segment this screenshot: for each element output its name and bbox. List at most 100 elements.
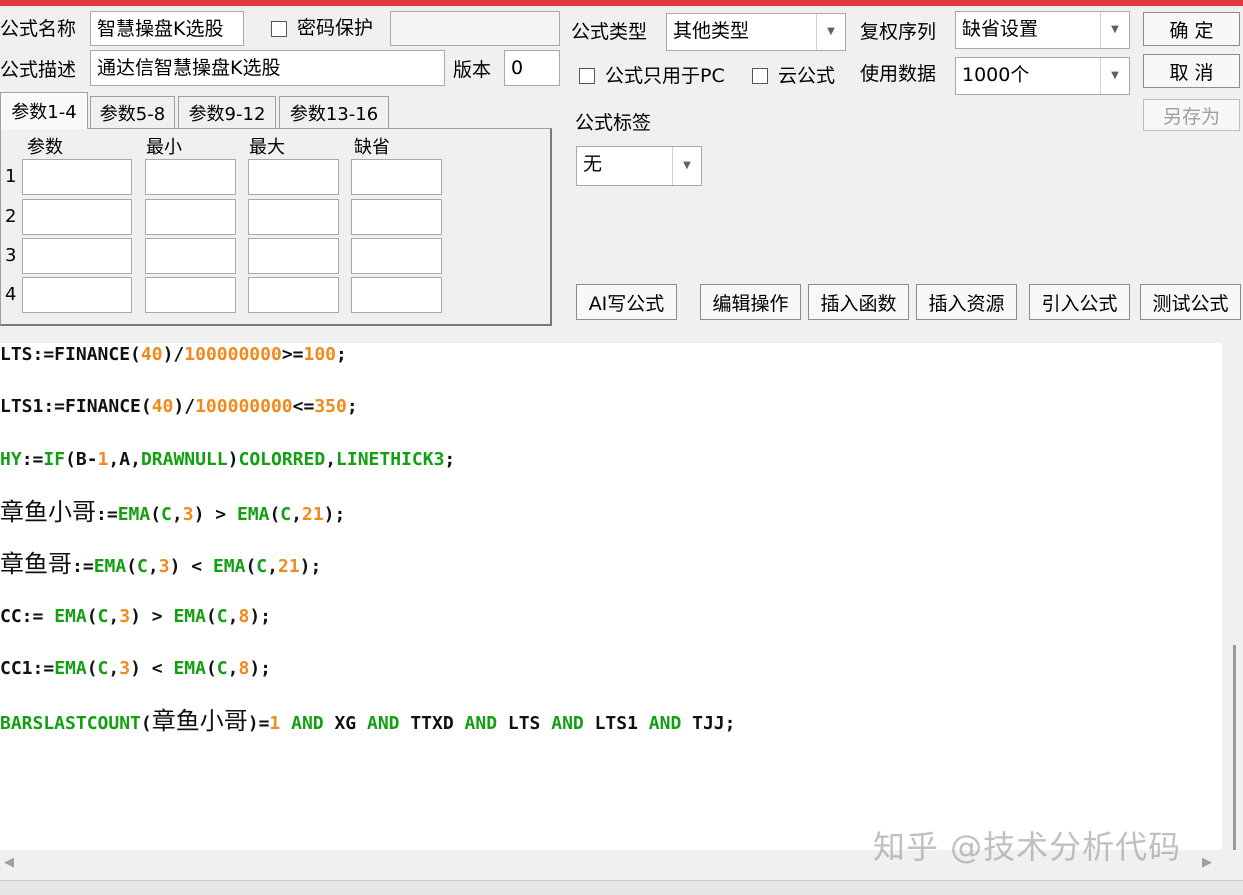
adjust-sequence-select[interactable]: 缺省设置 ▼ (955, 11, 1130, 49)
code-token: >= (281, 344, 304, 365)
code-token: IF (43, 448, 66, 470)
param-default-input[interactable] (351, 199, 442, 235)
code-token: AND (291, 713, 324, 735)
param-min-input[interactable] (145, 238, 236, 274)
param-min-input[interactable] (145, 199, 236, 235)
test-formula-button[interactable]: 测试公式 (1140, 284, 1241, 320)
code-token: , (108, 657, 120, 679)
insert-function-button[interactable]: 插入函数 (808, 284, 909, 320)
code-token: TJJ; (681, 713, 736, 735)
code-token: AND (366, 713, 400, 735)
password-protect-checkbox[interactable] (271, 21, 287, 37)
code-token: EMA (54, 605, 87, 627)
code-token: 章鱼小哥 (151, 707, 248, 736)
cloud-formula-checkbox[interactable] (752, 68, 768, 84)
chevron-down-icon: ▼ (1100, 12, 1129, 48)
param-name-input[interactable] (22, 159, 132, 195)
scroll-right-arrow-icon[interactable]: ▶ (1202, 855, 1212, 870)
tab-params-9-12[interactable]: 参数9-12 (178, 96, 276, 128)
code-token: 1 (97, 448, 109, 470)
param-row-number: 2 (5, 206, 17, 227)
param-default-input[interactable] (351, 159, 442, 195)
param-default-input[interactable] (351, 238, 442, 274)
code-line: HY:=IF(B-1,A,DRAWNULL)COLORRED,LINETHICK… (0, 445, 455, 475)
param-name-input[interactable] (22, 277, 132, 313)
scroll-left-arrow-icon[interactable]: ◀ (4, 855, 14, 870)
code-token: 100 (303, 344, 337, 365)
code-token: 350 (314, 396, 347, 418)
code-token: 3 (158, 556, 170, 578)
code-token: ( (245, 556, 257, 578)
code-token: ( (205, 657, 217, 679)
param-max-input[interactable] (248, 238, 339, 274)
param-default-input[interactable] (351, 277, 442, 313)
code-token: ( (205, 605, 217, 627)
tab-params-5-8[interactable]: 参数5-8 (90, 96, 175, 128)
code-token: C (216, 657, 228, 679)
use-data-label: 使用数据 (860, 63, 937, 85)
use-data-select[interactable]: 1000个 ▼ (955, 57, 1130, 95)
code-token: COLORRED (238, 448, 326, 470)
param-max-input[interactable] (248, 277, 339, 313)
code-token: 8 (238, 605, 250, 627)
param-max-input[interactable] (248, 159, 339, 195)
code-token: XG (323, 713, 367, 735)
code-token: <= (292, 396, 315, 418)
code-token: , (227, 657, 239, 679)
code-token: 100000000 (195, 396, 293, 418)
ok-button[interactable]: 确 定 (1143, 12, 1240, 46)
code-token: ); (299, 556, 322, 578)
code-token: ) (227, 448, 239, 470)
chevron-down-icon: ▼ (1100, 58, 1129, 94)
formula-name-input[interactable]: 智慧操盘K选股 (90, 11, 244, 46)
password-input[interactable] (390, 11, 560, 46)
cancel-button[interactable]: 取 消 (1143, 54, 1240, 88)
edit-operations-button[interactable]: 编辑操作 (700, 284, 801, 320)
param-min-input[interactable] (145, 277, 236, 313)
code-token: := (21, 448, 44, 470)
chevron-down-icon: ▼ (816, 14, 845, 50)
ai-write-formula-button[interactable]: AI写公式 (576, 284, 677, 320)
code-token: AND (648, 713, 682, 735)
code-token: CC1:= (0, 657, 55, 679)
param-max-input[interactable] (248, 199, 339, 235)
code-token: ( (269, 503, 281, 525)
code-token: 8 (238, 657, 250, 679)
tab-params-1-4[interactable]: 参数1-4 (0, 92, 88, 129)
param-name-input[interactable] (22, 199, 132, 235)
version-input[interactable]: 0 (504, 50, 560, 86)
code-token: := (72, 556, 94, 578)
formula-desc-input[interactable]: 通达信智慧操盘K选股 (90, 50, 445, 86)
code-token: 40 (151, 396, 174, 418)
formula-tag-label: 公式标签 (575, 112, 652, 134)
code-token: 3 (119, 605, 131, 627)
pc-only-checkbox[interactable] (579, 68, 595, 84)
code-token: ( (126, 556, 138, 578)
vertical-scrollbar-thumb[interactable] (1233, 645, 1236, 850)
code-token: , (227, 605, 239, 627)
code-token: 3 (119, 657, 131, 679)
code-token: AND (464, 713, 498, 735)
code-token: , (108, 605, 120, 627)
code-editor[interactable]: LTS:=FINANCE(40)/100000000>=100; LTS1:=FI… (0, 343, 1222, 850)
code-token: ( (150, 503, 162, 525)
code-token: EMA (212, 556, 246, 578)
code-token: ( (86, 605, 98, 627)
code-token: 21 (277, 556, 300, 578)
save-as-button[interactable]: 另存为 (1143, 99, 1240, 131)
code-token: C (161, 503, 172, 525)
code-token: , (147, 556, 159, 578)
param-name-input[interactable] (22, 238, 132, 274)
code-token: DRAWNULL (140, 448, 228, 470)
code-token: , (267, 556, 278, 578)
code-token: C (137, 556, 148, 578)
code-token: C (280, 503, 292, 525)
formula-type-select[interactable]: 其他类型 ▼ (666, 13, 846, 51)
param-min-input[interactable] (145, 159, 236, 195)
code-token: )= (247, 713, 270, 735)
import-formula-button[interactable]: 引入公式 (1029, 284, 1130, 320)
formula-tag-select[interactable]: 无 ▼ (576, 146, 702, 186)
code-token: ) > (193, 503, 237, 525)
insert-resource-button[interactable]: 插入资源 (916, 284, 1017, 320)
tab-params-13-16[interactable]: 参数13-16 (279, 96, 389, 128)
